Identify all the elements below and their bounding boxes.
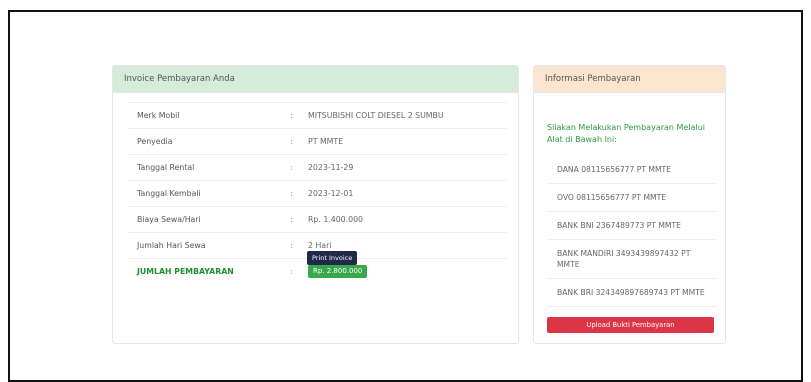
page-frame: Invoice Pembayaran Anda Merk Mobil : MIT… (8, 10, 803, 382)
table-row: Tanggal Kembali : 2023-12-01 (127, 180, 507, 206)
payment-method-item: DANA 08115656777 PT MMTE (547, 156, 717, 184)
invoice-card: Invoice Pembayaran Anda Merk Mobil : MIT… (112, 65, 519, 344)
invoice-card-header: Invoice Pembayaran Anda (113, 66, 518, 93)
row-separator: : (290, 267, 293, 276)
row-value: 2023-11-29 (308, 163, 354, 172)
row-separator: : (290, 215, 293, 224)
row-label: Penyedia (137, 137, 173, 146)
row-value: Rp. 1.400.000 (308, 215, 364, 224)
row-separator: : (290, 137, 293, 146)
row-label: Jumlah Hari Sewa (137, 241, 206, 250)
row-separator: : (290, 189, 293, 198)
table-row: Penyedia : PT MMTE (127, 128, 507, 154)
payment-method-item: BANK BNI 2367489773 PT MMTE (547, 212, 717, 240)
payment-method-list: DANA 08115656777 PT MMTE OVO 08115656777… (547, 156, 717, 307)
table-row: Biaya Sewa/Hari : Rp. 1.400.000 (127, 206, 507, 232)
table-row: Merk Mobil : MITSUBISHI COLT DIESEL 2 SU… (127, 102, 507, 128)
row-separator: : (290, 111, 293, 120)
row-value: 2023-12-01 (308, 189, 354, 198)
row-label: Merk Mobil (137, 111, 180, 120)
upload-proof-button[interactable]: Upload Bukti Pembayaran (547, 317, 714, 333)
total-label: JUMLAH PEMBAYARAN (137, 267, 234, 276)
row-value: PT MMTE (308, 137, 344, 146)
payment-method-item: OVO 08115656777 PT MMTE (547, 184, 717, 212)
payment-method-item: BANK BRI 324349897689743 PT MMTE (547, 279, 717, 307)
row-separator: : (290, 241, 293, 250)
row-separator: : (290, 163, 293, 172)
row-value: MITSUBISHI COLT DIESEL 2 SUMBU (308, 111, 444, 120)
row-label: Biaya Sewa/Hari (137, 215, 201, 224)
total-amount-badge: Rp. 2.800.000 (308, 265, 368, 278)
print-invoice-button[interactable]: Print Invoice (307, 251, 358, 265)
table-row: Tanggal Rental : 2023-11-29 (127, 154, 507, 180)
payment-info-card: Informasi Pembayaran Silakan Melakukan P… (533, 65, 726, 344)
payment-method-item: BANK MANDIRI 3493439897432 PT MMTE (547, 240, 717, 279)
row-label: Tanggal Rental (137, 163, 195, 172)
row-label: Tanggal Kembali (137, 189, 201, 198)
payment-instruction: Silakan Melakukan Pembayaran Melalui Ala… (547, 123, 705, 144)
payment-info-header: Informasi Pembayaran (534, 66, 725, 93)
